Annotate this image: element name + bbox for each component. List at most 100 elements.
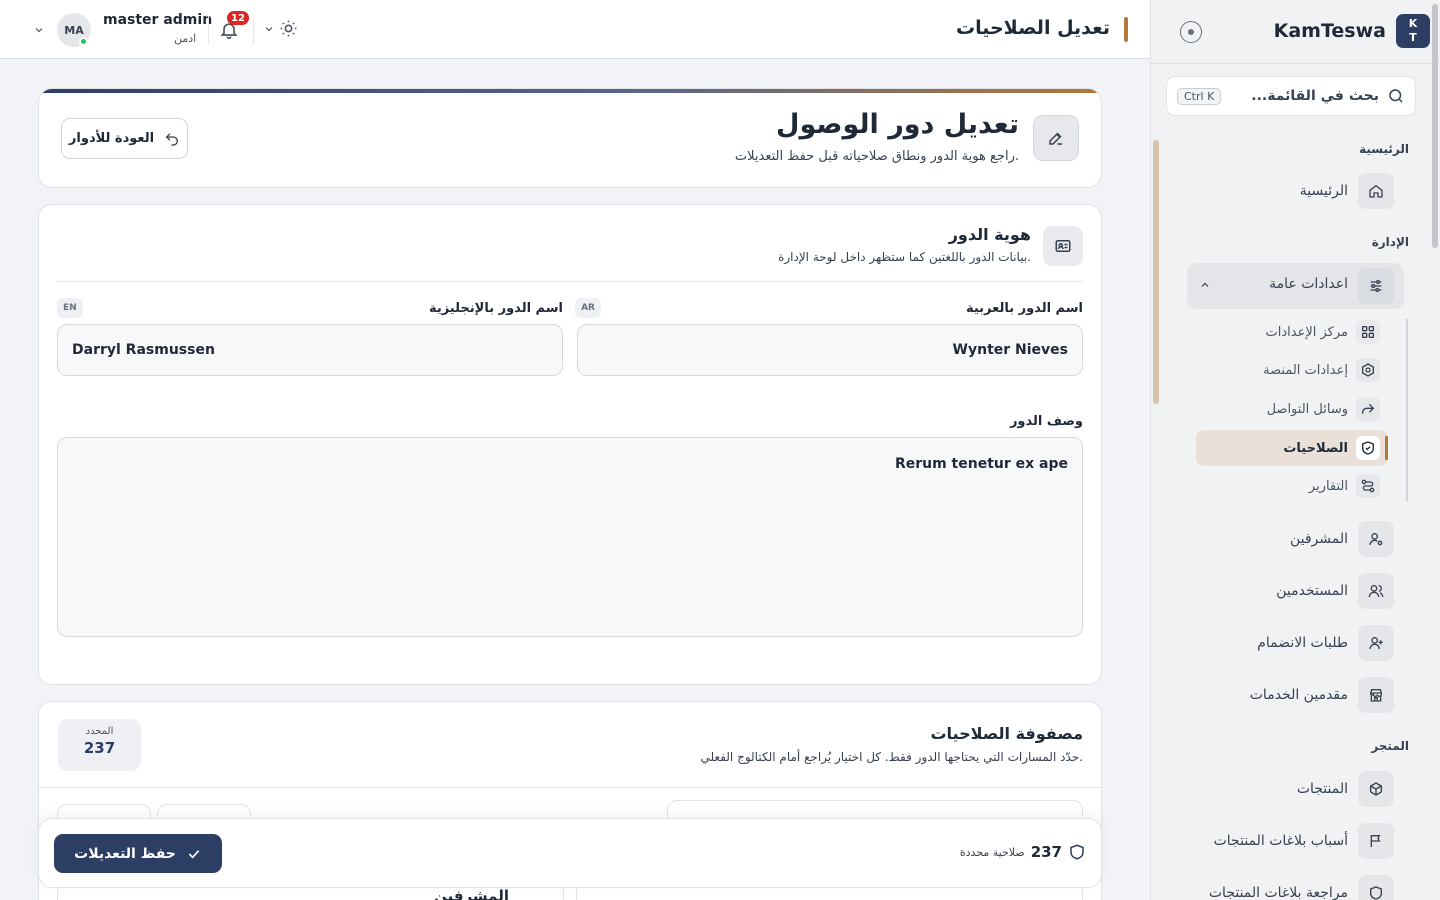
undo-arrow-icon: [165, 132, 179, 146]
brand-logo-top: K: [1408, 17, 1418, 30]
name-en-label: اسم الدور بالإنجليزية: [428, 301, 563, 316]
sidebar-item-products[interactable]: المنتجات: [1297, 771, 1394, 807]
sidebar-subitem-social-media[interactable]: وسائل التواصل: [1267, 394, 1380, 424]
divider: [39, 787, 1101, 788]
sidebar-item-report-reasons[interactable]: أسباب بلاغات المنتجات: [1214, 823, 1394, 859]
user-role: ادمن: [174, 32, 197, 45]
sticky-save-bar: حفظ التعديلات 237 صلاحية محددة: [38, 818, 1102, 888]
sidebar-item-general-settings[interactable]: اعدادات عامة: [1187, 263, 1404, 309]
page-subtitle: راجع هوية الدور ونطاق صلاحياته قبل حفظ ا…: [734, 149, 1019, 164]
sidebar-search[interactable]: بحث في القائمة... Ctrl K: [1166, 76, 1416, 116]
page-header-card: تعديل دور الوصول راجع هوية الدور ونطاق ص…: [38, 88, 1102, 188]
sliders-icon: [1358, 268, 1394, 304]
brand-logo-bottom: T: [1409, 31, 1417, 44]
selected-permissions-text: صلاحية محددة: [959, 845, 1025, 859]
sidebar-item-label: طلبات الانضمام: [1257, 635, 1348, 651]
chevron-down-icon[interactable]: [33, 24, 45, 36]
id-card-icon: [1043, 226, 1083, 266]
brand[interactable]: KamTeswa K T: [1274, 14, 1430, 48]
sidebar-item-label: مقدمين الخدمات: [1249, 687, 1348, 703]
search-icon: [1389, 89, 1403, 103]
name-en-input[interactable]: Darryl Rasmussen: [57, 324, 563, 376]
sidebar-item-label: المستخدمين: [1276, 583, 1348, 599]
divider: [57, 281, 1083, 282]
sidebar-divider: [1151, 63, 1440, 64]
user-name[interactable]: master admin: [103, 12, 212, 28]
submenu-active-indicator: [1385, 436, 1388, 460]
name-ar-input[interactable]: Wynter Nieves: [577, 324, 1083, 376]
sidebar-search-input[interactable]: بحث في القائمة...: [1221, 88, 1379, 104]
sidebar-item-supervisors[interactable]: المشرفين: [1290, 521, 1394, 557]
hexagon-settings-icon: [1356, 358, 1380, 382]
lang-tag-en: EN: [57, 298, 83, 318]
sidebar-item-service-providers[interactable]: مقدمين الخدمات: [1250, 677, 1394, 713]
share-icon: [1356, 397, 1380, 421]
sun-icon[interactable]: [279, 19, 298, 38]
sidebar-item-join-requests[interactable]: طلبات الانضمام: [1257, 625, 1394, 661]
page-heading: تعديل دور الوصول: [776, 109, 1019, 140]
sidebar-item-report-review[interactable]: مراجعة بلاغات المنتجات: [1209, 875, 1394, 900]
sidebar-subitem-platform-settings[interactable]: إعدادات المنصة: [1263, 355, 1380, 385]
shield-icon: [1070, 844, 1084, 860]
submenu-line: [1406, 319, 1408, 501]
sidebar-item-label: اعدادات عامة: [1269, 276, 1348, 292]
sidebar-subitem-label: التقارير: [1308, 478, 1348, 494]
sidebar-subitem-reports[interactable]: التقارير: [1309, 471, 1380, 501]
save-changes-button[interactable]: حفظ التعديلات: [54, 834, 222, 873]
sidebar-subitem-label: إعدادات المنصة: [1263, 362, 1348, 378]
matrix-title: مصفوفة الصلاحيات: [930, 724, 1083, 743]
sidebar-subitem-settings-center[interactable]: مركز الإعدادات: [1266, 317, 1380, 347]
selected-count-box: المحدد 237: [58, 719, 141, 771]
sidebar-item-home[interactable]: الرئيسية: [1300, 173, 1394, 209]
selected-count-value: 237: [83, 739, 116, 757]
user-plus-icon: [1358, 625, 1394, 661]
description-label: وصف الدور: [1009, 414, 1083, 429]
description-textarea[interactable]: Rerum tenetur ex ape: [57, 437, 1083, 637]
selected-permissions-count: 237: [1030, 843, 1062, 861]
chevron-down-icon[interactable]: [263, 23, 275, 35]
selected-permissions-summary: 237 صلاحية محددة: [960, 843, 1086, 861]
topbar-divider: [253, 16, 254, 44]
identity-title: هوية الدور: [948, 225, 1031, 244]
search-shortcut: Ctrl K: [1177, 87, 1222, 105]
page-scrollbar[interactable]: [1430, 0, 1440, 900]
name-ar-label: اسم الدور بالعربية: [965, 301, 1083, 316]
header-accent-bar: [39, 89, 1101, 93]
route-icon: [1356, 474, 1380, 498]
notification-badge: 12: [227, 11, 249, 25]
shield-check-icon: [1356, 436, 1380, 460]
store-icon: [1358, 677, 1394, 713]
sidebar-subitem-label: الصلاحيات: [1283, 440, 1348, 456]
page-scrollbar-thumb[interactable]: [1432, 4, 1438, 248]
grid-icon: [1356, 320, 1380, 344]
brand-name: KamTeswa: [1273, 20, 1386, 42]
edit-icon: [1033, 115, 1079, 161]
flag-icon: [1358, 823, 1394, 859]
permission-group-title: المشرفين: [434, 887, 509, 900]
title-accent-bar: [1124, 17, 1128, 42]
back-button-label: العودة للأدوار: [68, 131, 155, 146]
sidebar-item-label: المشرفين: [1289, 531, 1348, 547]
users-icon: [1358, 573, 1394, 609]
back-to-roles-button[interactable]: العودة للأدوار: [61, 118, 188, 159]
shield-icon: [1358, 875, 1394, 900]
topbar: تعديل الصلاحيات MA master admin ادمن 12: [0, 0, 1150, 59]
sidebar-item-label: مراجعة بلاغات المنتجات: [1208, 885, 1348, 900]
identity-subtitle: بيانات الدور باللغتين كما ستظهر داخل لوح…: [778, 250, 1031, 264]
user-cog-icon: [1358, 521, 1394, 557]
topbar-divider: [208, 16, 209, 44]
matrix-subtitle: حدّد المسارات التي يحتاجها الدور فقط. كل…: [700, 750, 1083, 764]
save-button-label: حفظ التعديلات: [74, 845, 176, 862]
sidebar-item-label: الرئيسية: [1299, 183, 1348, 199]
lang-tag-ar: AR: [575, 298, 601, 318]
sidebar-collapse-icon[interactable]: [1180, 21, 1202, 43]
sidebar-scrollbar[interactable]: [1153, 140, 1159, 404]
brand-logo: K T: [1396, 14, 1430, 48]
package-icon: [1358, 771, 1394, 807]
section-home-title: الرئيسية: [1359, 142, 1409, 156]
sidebar-item-label: المنتجات: [1296, 781, 1348, 797]
check-icon: [188, 849, 200, 858]
sidebar-subitem-permissions[interactable]: الصلاحيات: [1283, 433, 1380, 463]
sidebar-item-users[interactable]: المستخدمين: [1276, 573, 1394, 609]
section-store-title: المتجر: [1371, 739, 1409, 753]
